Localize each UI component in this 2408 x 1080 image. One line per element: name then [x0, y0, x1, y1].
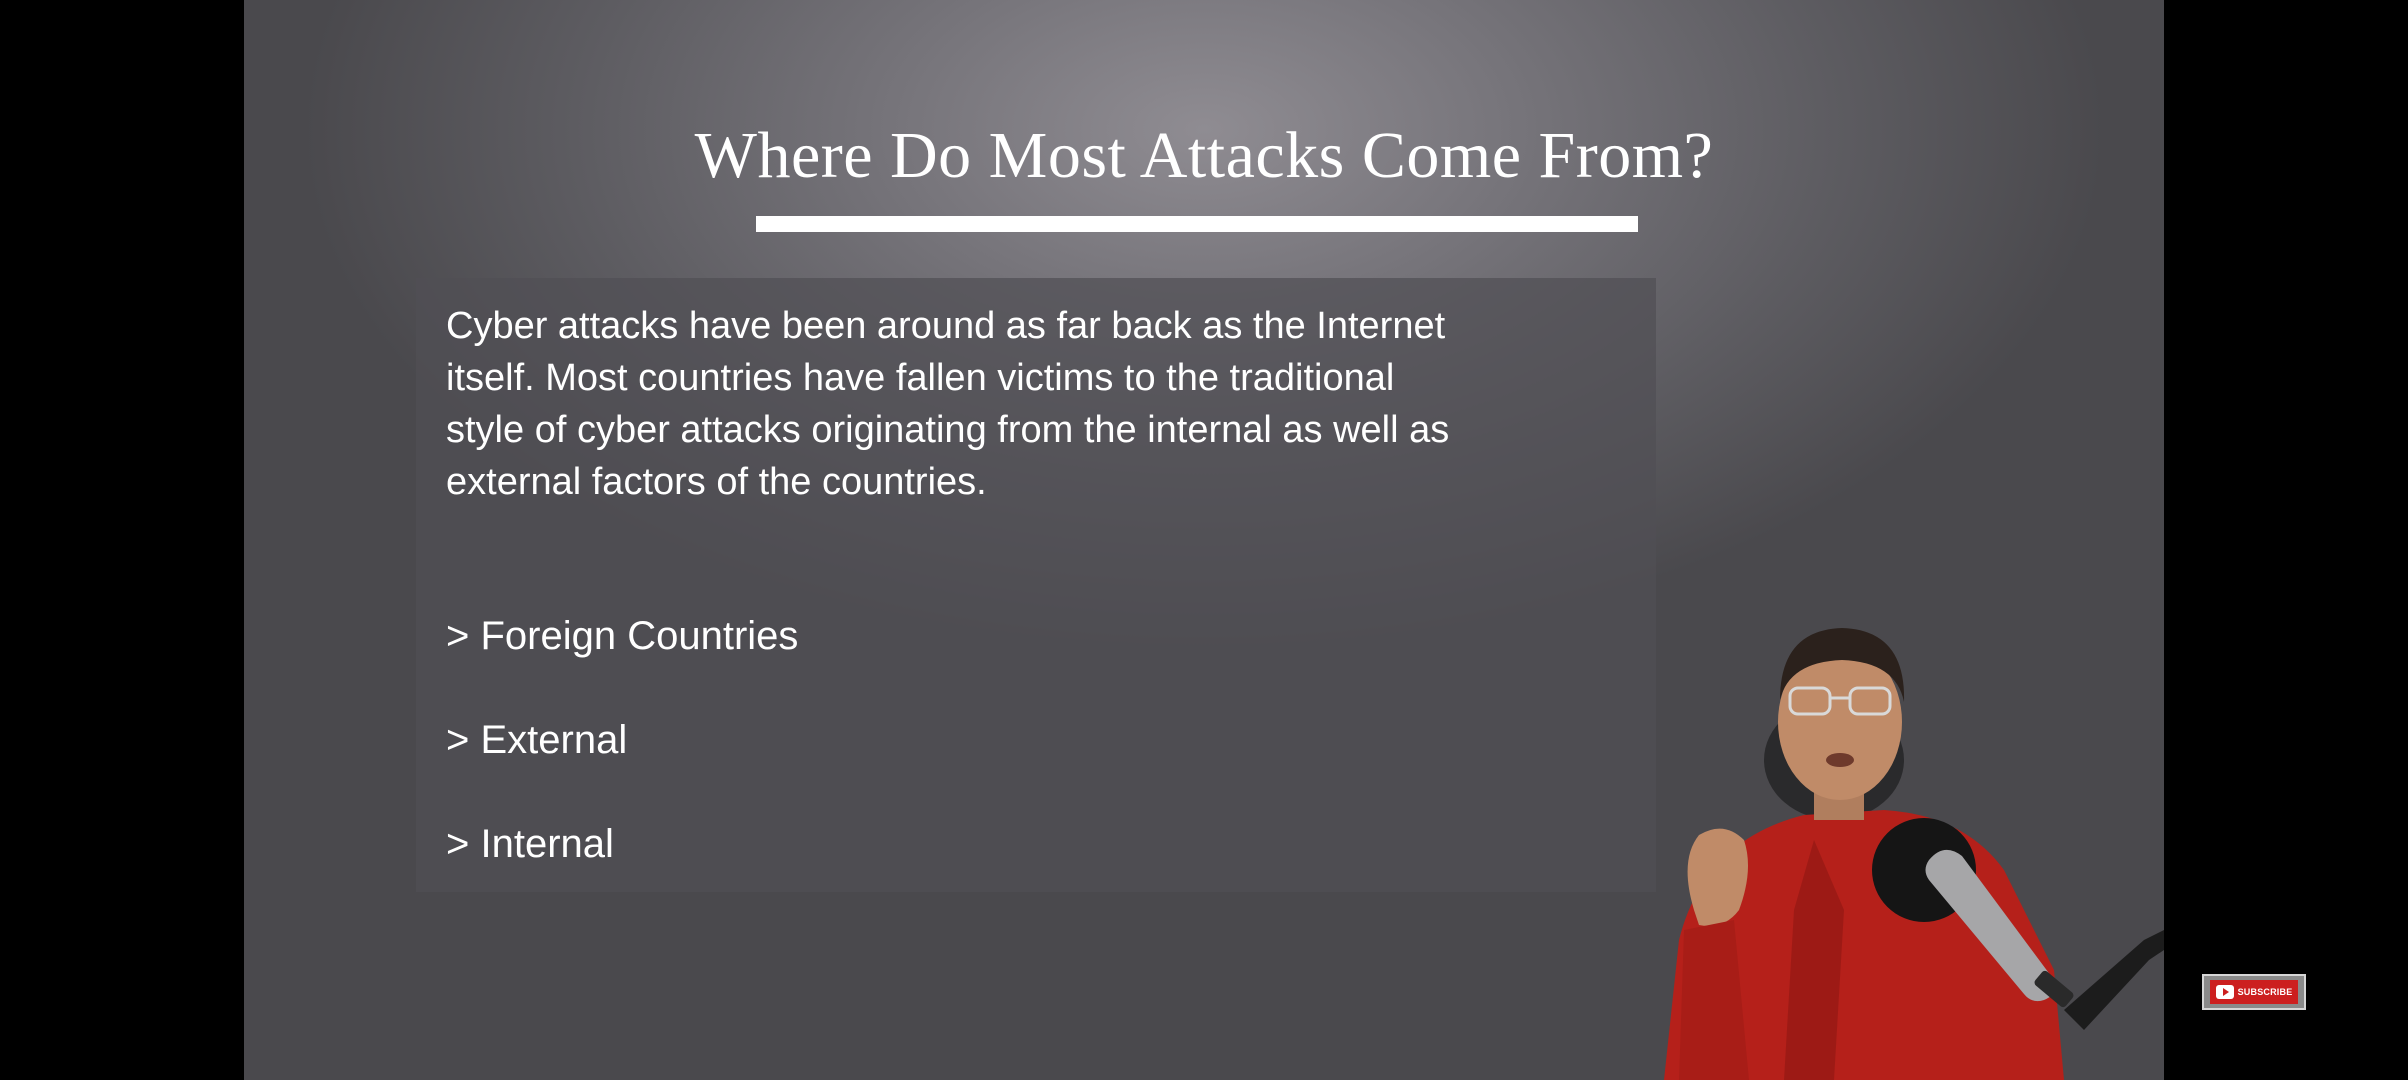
source-item-foreign-countries: > Foreign Countries	[446, 614, 799, 658]
source-item-external: > External	[446, 718, 628, 762]
intro-line: itself. Most countries have fallen victi…	[446, 357, 1395, 399]
title-underline	[756, 216, 1638, 232]
subscribe-label: SUBSCRIBE	[2237, 987, 2293, 997]
slide-title: Where Do Most Attacks Come From?	[694, 119, 1714, 192]
intro-line: external factors of the countries.	[446, 461, 987, 503]
content-panel: Cyber attacks have been around as far ba…	[416, 278, 1656, 892]
presenter-mouth	[1826, 753, 1854, 767]
intro-line: Cyber attacks have been around as far ba…	[446, 305, 1446, 347]
intro-line: style of cyber attacks originating from …	[446, 409, 1450, 451]
video-frame[interactable]: Where Do Most Attacks Come From? Cyber a…	[244, 0, 2164, 1080]
source-item-internal: > Internal	[446, 822, 614, 866]
presenter-figure	[1664, 628, 2164, 1080]
microphone-arm	[2064, 930, 2164, 1030]
intro-paragraph: Cyber attacks have been around as far ba…	[446, 300, 1636, 508]
subscribe-inner: SUBSCRIBE	[2209, 980, 2299, 1004]
subscribe-button[interactable]: SUBSCRIBE	[2202, 974, 2306, 1010]
youtube-logo-icon	[2215, 985, 2234, 999]
video-player-screen: Where Do Most Attacks Come From? Cyber a…	[0, 0, 2408, 1080]
